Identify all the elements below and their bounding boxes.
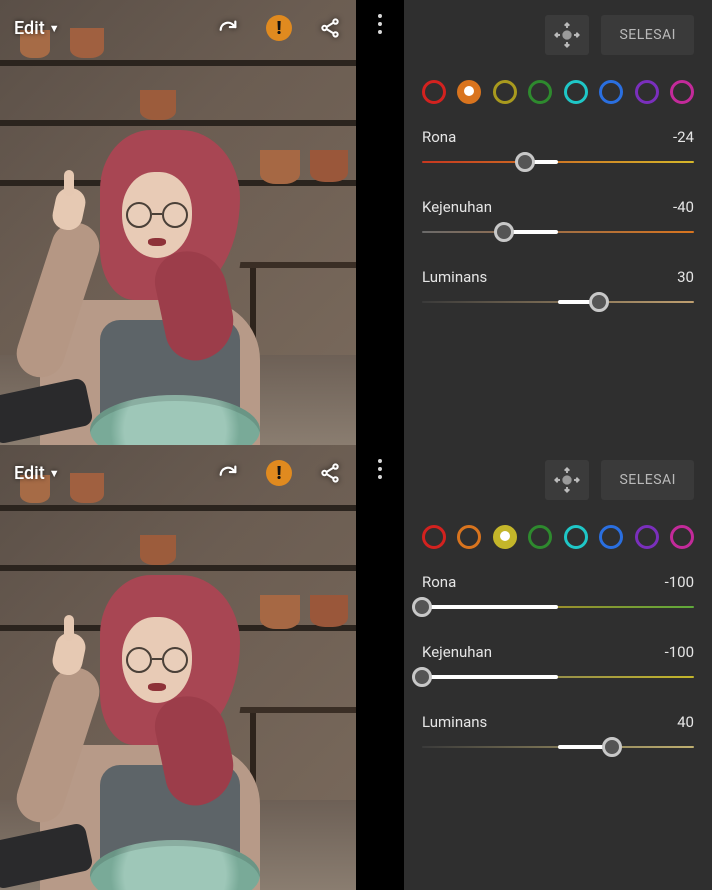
slider-value: 40 [677,713,694,731]
slider-value: -100 [665,643,694,661]
more-menu-icon[interactable] [378,459,382,890]
slider-value: -40 [673,198,694,216]
color-swatch[interactable] [422,80,446,104]
slider-label: Luminans [422,268,487,286]
slider-label: Rona [422,573,456,591]
slider-value: -100 [665,573,694,591]
color-swatch[interactable] [457,525,481,549]
slider-thumb[interactable] [412,667,432,687]
warning-icon[interactable]: ! [266,460,292,486]
color-swatch[interactable] [493,80,517,104]
slider-thumb[interactable] [412,597,432,617]
target-adjust-button[interactable] [545,460,589,500]
chevron-down-icon: ▼ [49,22,60,35]
target-adjust-button[interactable] [545,15,589,55]
edit-menu-label: Edit [14,18,45,39]
share-icon[interactable] [318,16,342,40]
edit-menu[interactable]: Edit ▼ [14,463,60,484]
done-button[interactable]: SELESAI [601,460,694,500]
color-swatch[interactable] [457,80,481,104]
done-button-label: SELESAI [619,27,676,43]
color-swatch[interactable] [635,80,659,104]
slider-label: Kejenuhan [422,643,492,661]
slider-thumb[interactable] [494,222,514,242]
slider-track[interactable] [422,222,694,242]
slider-kejenuhan: Kejenuhan -100 [422,643,694,687]
slider-kejenuhan: Kejenuhan -40 [422,198,694,242]
slider-value: 30 [677,268,694,286]
done-button[interactable]: SELESAI [601,15,694,55]
slider-thumb[interactable] [589,292,609,312]
edit-menu-label: Edit [14,463,45,484]
color-swatch[interactable] [599,525,623,549]
slider-value: -24 [673,128,694,146]
slider-label: Luminans [422,713,487,731]
slider-track[interactable] [422,737,694,757]
photo-preview[interactable]: Edit ▼! [0,0,356,445]
slider-track[interactable] [422,667,694,687]
color-swatch[interactable] [528,80,552,104]
redo-icon[interactable] [216,16,240,40]
color-swatch[interactable] [670,80,694,104]
color-swatches [422,525,694,549]
edit-menu[interactable]: Edit ▼ [14,18,60,39]
redo-icon[interactable] [216,461,240,485]
photo-preview[interactable]: Edit ▼! [0,445,356,890]
slider-label: Rona [422,128,456,146]
slider-track[interactable] [422,597,694,617]
chevron-down-icon: ▼ [49,467,60,480]
color-swatch[interactable] [564,80,588,104]
slider-luminans: Luminans 40 [422,713,694,757]
color-swatch[interactable] [635,525,659,549]
color-swatch[interactable] [599,80,623,104]
slider-rona: Rona -24 [422,128,694,172]
slider-rona: Rona -100 [422,573,694,617]
color-swatch[interactable] [528,525,552,549]
warning-icon[interactable]: ! [266,15,292,41]
done-button-label: SELESAI [619,472,676,488]
slider-thumb[interactable] [515,152,535,172]
slider-track[interactable] [422,292,694,312]
color-swatch[interactable] [422,525,446,549]
color-swatch[interactable] [564,525,588,549]
slider-track[interactable] [422,152,694,172]
color-swatches [422,80,694,104]
color-swatch[interactable] [670,525,694,549]
slider-label: Kejenuhan [422,198,492,216]
more-menu-icon[interactable] [378,14,382,445]
slider-luminans: Luminans 30 [422,268,694,312]
share-icon[interactable] [318,461,342,485]
color-swatch[interactable] [493,525,517,549]
slider-thumb[interactable] [602,737,622,757]
